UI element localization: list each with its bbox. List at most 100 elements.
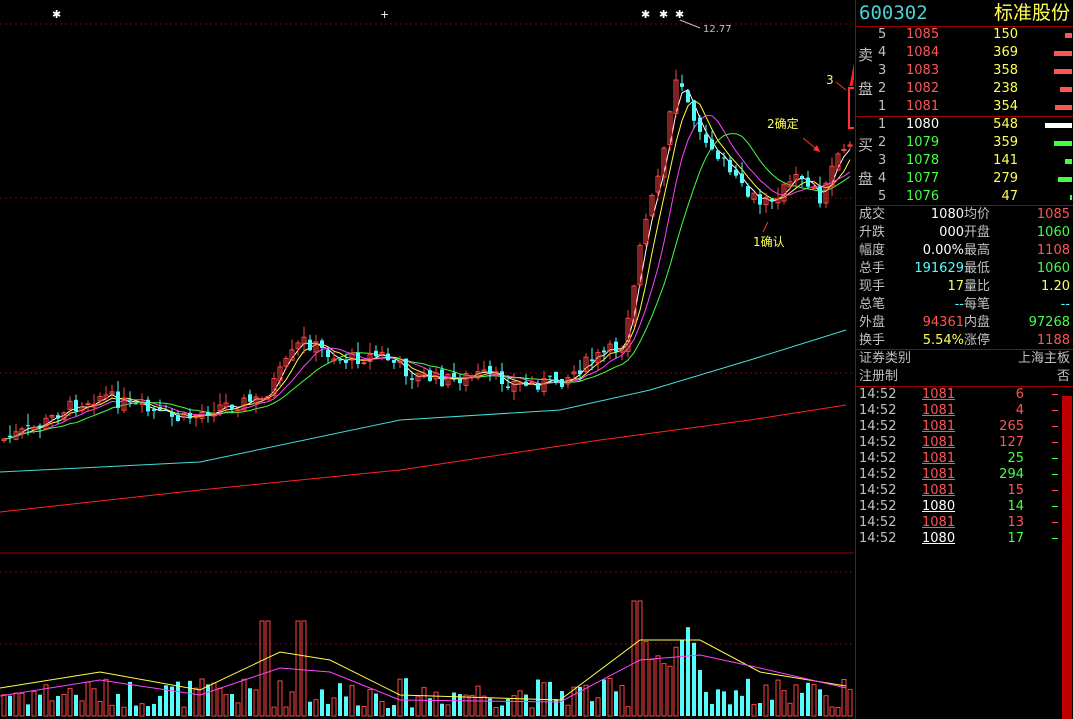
candle-body [164,409,168,411]
order-volume: 150 [993,27,1018,42]
stock-header: 600302 标准股份 [856,2,1073,26]
candle-body [176,414,180,421]
trade-volume: 14 [1007,499,1024,514]
ma5-line [3,89,851,440]
candle-body [26,425,30,427]
order-volume: 141 [993,153,1018,168]
buy_book-row[interactable]: 4 1077 279 [856,170,1073,188]
candle-body [410,378,414,380]
kline-chart-area[interactable]: ✱ + ✱ ✱ ✱ 12.77 1确认 2确定 3 [0,0,854,719]
order-level: 1 [878,117,887,132]
volume-bar [793,684,799,717]
volume-bar [583,684,589,717]
volume-bar [253,689,259,717]
volume-bar [241,678,247,717]
trade-row[interactable]: 14:52 1081 13 [856,515,1073,531]
trade-row[interactable]: 14:52 1080 17 [856,531,1073,547]
volume-bar [655,655,661,717]
candle-body [344,360,348,363]
volume-bar [338,683,342,716]
stock-name[interactable]: 标准股份 [994,4,1070,23]
order-volume-bar [1054,51,1072,56]
volume-bar [829,706,835,717]
volume-bar [74,694,78,716]
volume-bars [0,600,853,717]
sell_book-row[interactable]: 4 1084 369 [856,44,1073,62]
volume-bar [746,678,750,716]
sell_book-row[interactable]: 1 1081 354 [856,98,1073,116]
trade-row[interactable]: 14:52 1081 25 [856,451,1073,467]
kline-chart[interactable]: ✱ + ✱ ✱ ✱ 12.77 1确认 2确定 3 [0,0,854,719]
note-confirm-2: 2确定 [767,116,799,131]
note-confirm-1: 1确认 [753,235,785,249]
candle-body [139,402,145,405]
trades-scrollbar[interactable] [1062,396,1072,719]
volume-bar [410,707,414,716]
candle-body [74,399,78,412]
trade-row[interactable]: 14:52 1081 6 [856,387,1073,403]
buy_book-row[interactable]: 5 1076 47 [856,188,1073,206]
candle-body [722,157,726,159]
order-volume: 47 [1001,189,1018,204]
trade-row[interactable]: 14:52 1080 14 [856,499,1073,515]
trade-time: 14:52 [859,483,897,498]
volume-bar [206,684,210,716]
volume-bar [374,693,378,716]
sell_book-row[interactable]: 5 1085 150 [856,26,1073,44]
trade-row[interactable]: 14:52 1081 265 [856,419,1073,435]
moving-average-lines [0,89,851,513]
candle-body [758,194,762,205]
note-3: 3 [826,73,834,87]
volume-bar [91,688,97,717]
trade-row[interactable]: 14:52 1081 294 [856,467,1073,483]
volume-bar [835,707,841,717]
trade-price: 1081 [922,515,956,530]
order-volume: 369 [993,45,1018,60]
arrow-to-code [849,62,854,87]
trade-time: 14:52 [859,451,897,466]
volume-bar [199,678,205,717]
volume-bar [421,687,427,717]
candle-body [230,404,234,410]
order-price: 1080 [906,117,940,132]
stock-code[interactable]: 600302 [859,4,928,23]
trade-volume: 17 [1007,531,1024,546]
trade-row[interactable]: 14:52 1081 4 [856,403,1073,419]
quote-label: 最高 [964,243,991,258]
volume-bar [97,701,103,717]
volume-bar [847,688,853,717]
candle-body [386,353,390,361]
volume-bar [625,706,631,717]
order-volume-bar [1054,141,1072,146]
volume-bar [265,620,271,717]
volume-bar [271,706,277,717]
ma20-line [3,115,851,440]
buy_book-row[interactable]: 2 1079 359 [856,134,1073,152]
sell_book-row[interactable]: 2 1082 238 [856,80,1073,98]
quote-value: 1060 [1036,261,1070,276]
sell_book-row[interactable]: 3 1083 358 [856,62,1073,80]
volume-bar [235,702,241,717]
order-price: 1076 [906,189,940,204]
volume-bar [493,706,499,717]
volume-bar [452,692,456,716]
volume-bar [775,679,781,717]
volume-bar [43,684,49,717]
event-marker-star: ✱ [675,8,684,21]
trade-row[interactable]: 14:52 1081 15 [856,483,1073,499]
quote-row: 幅度 0.00% 最高 1108 [856,242,1073,260]
candle-body [524,381,528,386]
quote-label: 量比 [964,279,991,294]
volume-bar [326,704,330,716]
volume-bar [710,703,714,716]
trade-volume: 127 [999,435,1024,450]
buy_book-row[interactable]: 3 1078 141 [856,152,1073,170]
candle-body [458,378,462,384]
quote-value: 1060 [1036,225,1070,240]
buy_book-row[interactable]: 1 1080 548 [856,116,1073,134]
quote-label: 换手 [859,333,886,348]
trade-row[interactable]: 14:52 1081 127 [856,435,1073,451]
order-price: 1085 [906,27,940,42]
quote-label: 涨停 [964,333,991,348]
volume-bar [463,694,469,717]
